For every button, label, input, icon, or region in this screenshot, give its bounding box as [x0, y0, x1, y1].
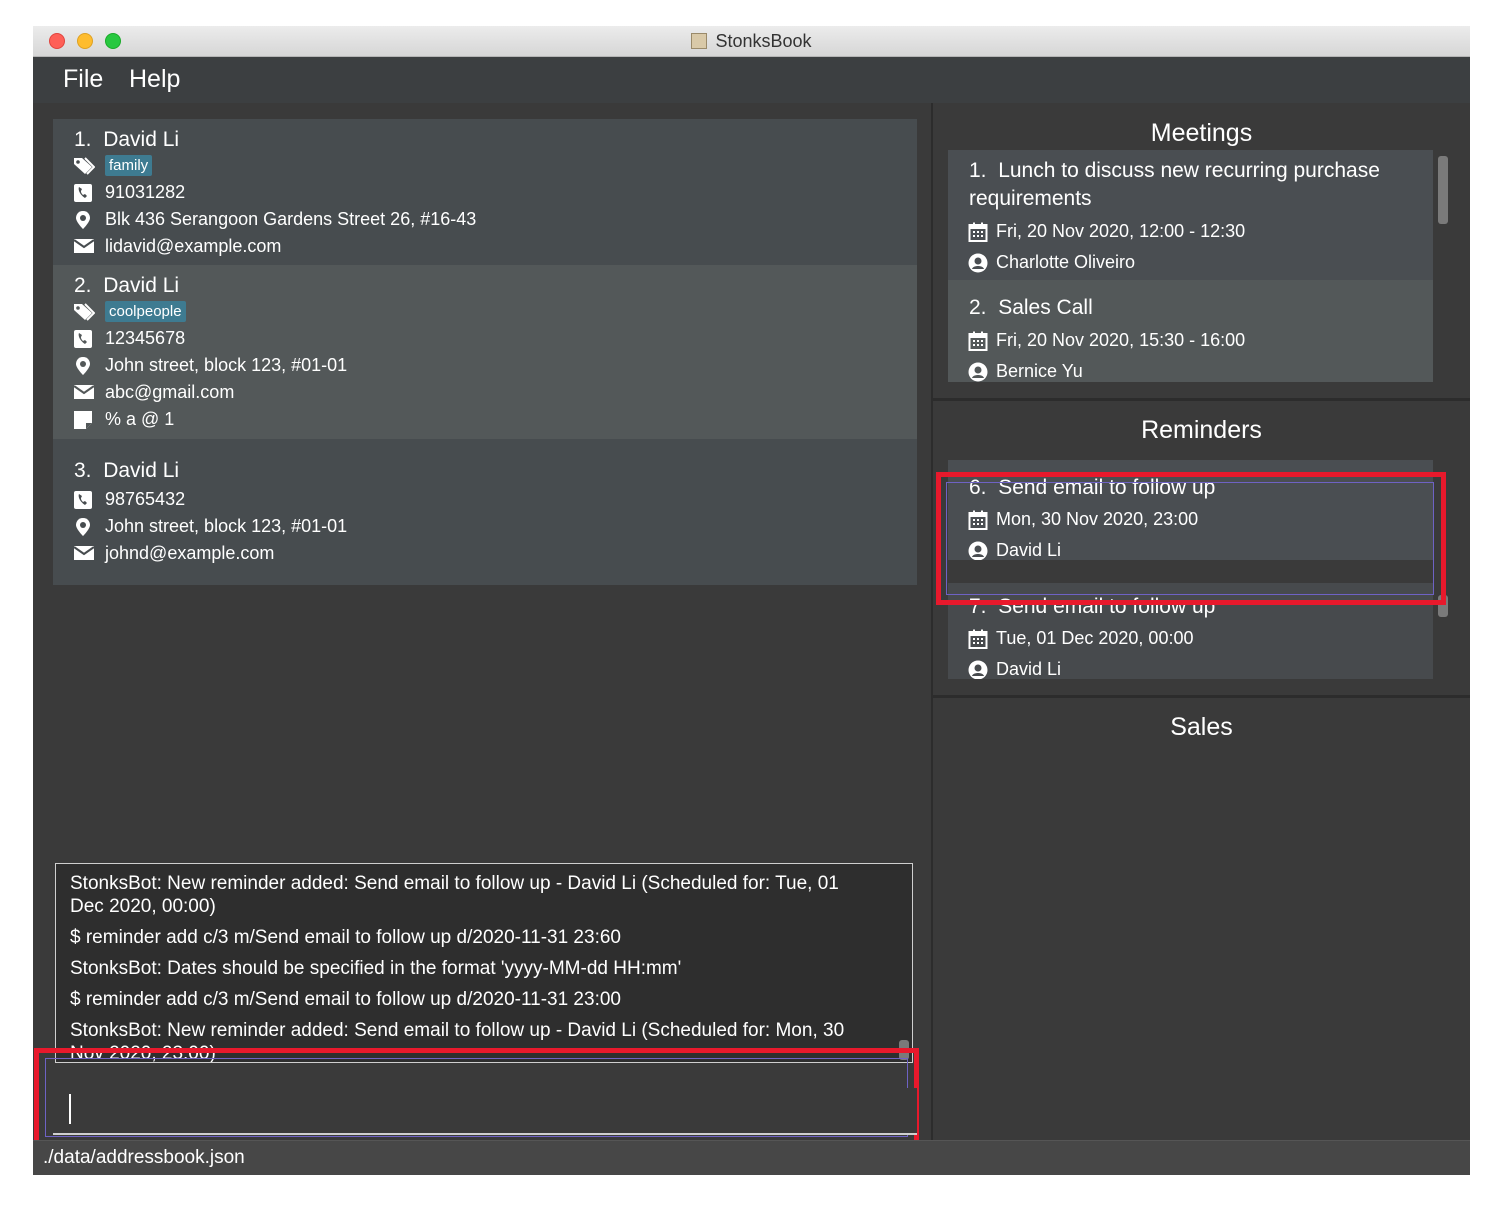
location-pin-icon: [73, 517, 95, 537]
section-divider: [933, 695, 1470, 698]
person-list-panel: 1. David Li family 91031282 Blk 436 Sera…: [33, 103, 933, 1147]
reminder-contact-row: David Li: [968, 659, 1061, 679]
reminder-contact: David Li: [996, 659, 1062, 679]
phone-row: 12345678: [73, 328, 185, 349]
meeting-datetime-row: Fri, 20 Nov 2020, 12:00 - 12:30: [968, 221, 1245, 242]
result-line: StonksBot: Dates should be specified in …: [70, 958, 682, 979]
meeting-title: 2. Sales Call: [969, 296, 1093, 319]
email-row: abc@gmail.com: [73, 382, 234, 403]
email-row: lidavid@example.com: [73, 236, 281, 257]
email-row: johnd@example.com: [73, 543, 274, 564]
meeting-title: 1. Lunch to discuss new recurring purcha…: [969, 159, 1380, 210]
user-circle-icon: [968, 362, 988, 382]
meeting-contact: Charlotte Oliveiro: [996, 252, 1136, 272]
meetings-scrollbar[interactable]: [1438, 156, 1448, 224]
calendar-icon: [968, 222, 988, 242]
calendar-icon: [968, 331, 988, 351]
email-value: abc@gmail.com: [105, 382, 235, 402]
envelope-icon: [73, 383, 95, 403]
highlight-inner-border: [946, 482, 1434, 595]
phone-icon: [73, 329, 95, 349]
email-value: johnd@example.com: [105, 543, 275, 563]
person-card[interactable]: 1. David Li family 91031282 Blk 436 Sera…: [53, 119, 917, 265]
sales-title: Sales: [1170, 713, 1233, 741]
menu-bar: File Help: [33, 57, 1470, 104]
tag-row: family: [73, 155, 153, 176]
result-line: StonksBot: New reminder added: Send emai…: [70, 873, 839, 917]
person-name: 2. David Li: [74, 274, 180, 297]
meeting-contact: Bernice Yu: [996, 361, 1083, 381]
phone-icon: [73, 490, 95, 510]
remark-row: % a @ 1: [73, 409, 174, 430]
meeting-contact-row: Charlotte Oliveiro: [968, 252, 1135, 273]
meeting-datetime-row: Fri, 20 Nov 2020, 15:30 - 16:00: [968, 330, 1245, 351]
location-pin-icon: [73, 210, 95, 230]
meeting-datetime: Fri, 20 Nov 2020, 15:30 - 16:00: [996, 330, 1246, 350]
meeting-card[interactable]: 2. Sales Call Fri, 20 Nov 2020, 15:30 - …: [948, 280, 1433, 382]
tag-row: coolpeople: [73, 301, 186, 322]
tag-icon: [73, 156, 95, 176]
app-window: StonksBook File Help 1. David Li family …: [33, 26, 1470, 1175]
result-line: $ reminder add c/3 m/Send email to follo…: [70, 927, 621, 948]
app-icon: [691, 33, 708, 49]
window-title: StonksBook: [715, 31, 812, 51]
command-input[interactable]: [53, 1088, 917, 1135]
phone-value: 91031282: [105, 182, 186, 202]
email-value: lidavid@example.com: [105, 236, 282, 256]
section-divider: [933, 398, 1470, 401]
meeting-contact-row: Bernice Yu: [968, 361, 1083, 382]
address-row: Blk 436 Serangoon Gardens Street 26, #16…: [73, 209, 476, 230]
phone-icon: [73, 183, 95, 203]
person-list[interactable]: 1. David Li family 91031282 Blk 436 Sera…: [53, 119, 917, 585]
calendar-icon: [968, 629, 988, 649]
meetings-title: Meetings: [1150, 119, 1253, 147]
data-file-path: ./data/addressbook.json: [43, 1147, 245, 1168]
side-panel: Meetings 1. Lunch to discuss new recurri…: [933, 103, 1470, 1140]
person-card[interactable]: 2. David Li coolpeople 12345678 John str…: [53, 265, 917, 439]
phone-row: 98765432: [73, 489, 185, 510]
highlight-annotation: [936, 472, 1446, 605]
envelope-icon: [73, 237, 95, 257]
phone-row: 91031282: [73, 182, 185, 203]
person-name: 3. David Li: [74, 459, 180, 482]
location-pin-icon: [73, 356, 95, 376]
menu-file[interactable]: File: [63, 65, 103, 94]
envelope-icon: [73, 544, 95, 564]
tag-label: family: [105, 155, 153, 176]
tag-icon: [73, 302, 95, 322]
address-row: John street, block 123, #01-01: [73, 516, 347, 537]
address-row: John street, block 123, #01-01: [73, 355, 347, 376]
title-bar: StonksBook: [33, 26, 1470, 57]
address-value: Blk 436 Serangoon Gardens Street 26, #16…: [105, 209, 477, 229]
address-value: John street, block 123, #01-01: [105, 516, 348, 536]
menu-help[interactable]: Help: [129, 65, 180, 94]
text-caret: [69, 1094, 71, 1124]
person-name: 1. David Li: [74, 128, 180, 151]
result-display[interactable]: StonksBot: New reminder added: Send emai…: [55, 863, 913, 1063]
status-bar: ./data/addressbook.json: [33, 1140, 1470, 1175]
tag-label: coolpeople: [105, 301, 186, 322]
phone-value: 12345678: [105, 328, 186, 348]
window-title-container: StonksBook: [33, 31, 1470, 52]
reminder-datetime-row: Tue, 01 Dec 2020, 00:00: [968, 628, 1193, 649]
user-circle-icon: [968, 253, 988, 273]
meeting-card[interactable]: 1. Lunch to discuss new recurring purcha…: [948, 150, 1433, 280]
remark-value: % a @ 1: [105, 409, 175, 429]
phone-value: 98765432: [105, 489, 186, 509]
address-value: John street, block 123, #01-01: [105, 355, 348, 375]
user-circle-icon: [968, 660, 988, 679]
person-card[interactable]: 3. David Li 98765432 John street, block …: [53, 439, 917, 585]
reminders-title: Reminders: [1141, 416, 1262, 444]
sticky-note-icon: [73, 410, 95, 430]
meeting-datetime: Fri, 20 Nov 2020, 12:00 - 12:30: [996, 221, 1246, 241]
reminder-datetime: Tue, 01 Dec 2020, 00:00: [996, 628, 1194, 648]
